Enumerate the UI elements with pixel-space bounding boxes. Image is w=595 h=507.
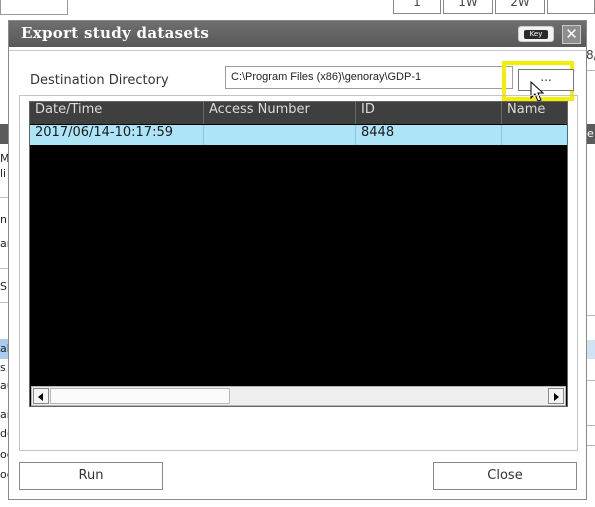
- column-header-id[interactable]: ID: [356, 102, 502, 124]
- column-header-access-number[interactable]: Access Number: [204, 102, 356, 124]
- close-icon[interactable]: ✕: [562, 25, 581, 44]
- horizontal-scrollbar[interactable]: [31, 386, 566, 406]
- run-button[interactable]: Run: [19, 462, 163, 490]
- column-header-datetime[interactable]: Date/Time: [30, 102, 204, 124]
- arrow-left-icon: [38, 393, 43, 401]
- study-table: Date/Time Access Number ID Name 2017/06/…: [29, 101, 568, 407]
- cell-id: 8448: [356, 125, 502, 145]
- arrow-right-icon: [554, 393, 559, 401]
- destination-directory-field[interactable]: C:\Program Files (x86)\genoray\GDP-1: [225, 66, 513, 89]
- background-selected-row: [586, 340, 595, 359]
- background-divider: [586, 445, 595, 446]
- destination-directory-label: Destination Directory: [30, 73, 169, 88]
- export-dialog: Export study datasets Key ✕ Destination …: [8, 20, 587, 500]
- browse-button[interactable]: ...: [518, 69, 574, 91]
- dialog-titlebar[interactable]: Export study datasets Key ✕: [9, 21, 586, 47]
- background-divider: [586, 425, 595, 426]
- cell-name: [502, 125, 567, 145]
- key-icon: Key: [524, 30, 548, 39]
- scroll-left-button[interactable]: [33, 388, 49, 404]
- background-panel-edge: [0, 0, 68, 15]
- cell-access-number: [204, 125, 356, 145]
- cell-datetime: 2017/06/14-10:17:59: [30, 125, 204, 145]
- background-right-text: 8/: [586, 48, 595, 62]
- table-row[interactable]: 2017/06/14-10:17:59 8448: [30, 125, 567, 145]
- period-button-label: 2W: [510, 0, 530, 9]
- table-header: Date/Time Access Number ID Name: [30, 102, 567, 124]
- dialog-title: Export study datasets: [21, 24, 210, 42]
- background-divider: [586, 380, 595, 381]
- period-button-1[interactable]: 1: [393, 0, 441, 14]
- background-right-header: e: [586, 124, 595, 144]
- period-button-label: 1: [413, 0, 421, 9]
- period-button-partial[interactable]: [547, 0, 595, 14]
- scroll-right-button[interactable]: [548, 388, 564, 404]
- background-divider: [586, 315, 595, 316]
- key-button[interactable]: Key: [518, 26, 554, 42]
- period-button-label: 1W: [458, 0, 478, 9]
- scrollbar-thumb[interactable]: [50, 388, 230, 404]
- period-button-2w[interactable]: 2W: [495, 0, 545, 14]
- column-header-name[interactable]: Name: [502, 102, 567, 124]
- background-divider: [586, 70, 595, 71]
- title-divider: [9, 50, 586, 51]
- close-button[interactable]: Close: [433, 462, 577, 490]
- period-button-1w[interactable]: 1W: [443, 0, 493, 14]
